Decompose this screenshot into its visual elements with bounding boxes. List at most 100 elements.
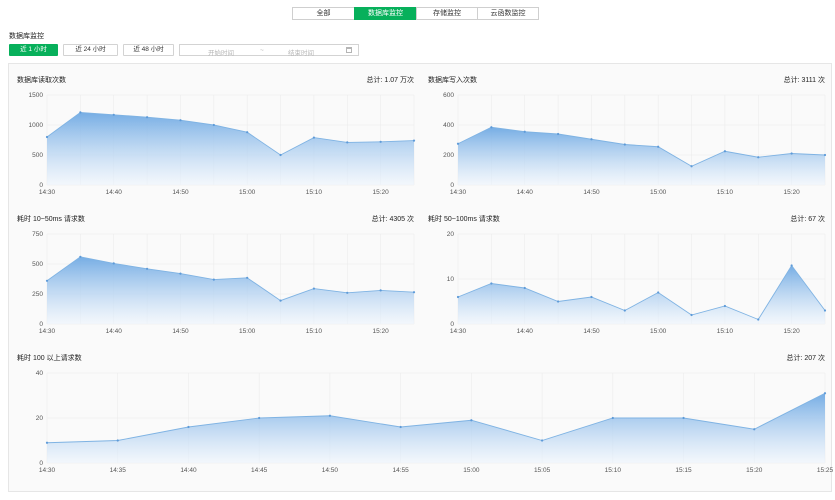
data-point [45,279,49,282]
data-point [823,309,827,312]
data-point [540,439,544,442]
y-tick-label: 1000 [29,122,44,129]
data-point [312,136,316,139]
data-point [757,318,760,321]
start-time-placeholder[interactable]: 开始时间 [208,47,234,57]
data-point [79,111,82,114]
y-tick-label: 20 [447,231,455,238]
range-separator: ~ [260,47,264,54]
x-tick-label: 14:30 [39,189,56,196]
data-point [790,152,793,155]
data-point [346,141,349,144]
data-point [823,392,827,395]
range-24h-button[interactable]: 近 24 小时 [63,44,118,56]
series-area [47,256,414,324]
data-point [412,291,416,294]
data-point [682,416,685,420]
data-point [212,123,215,127]
x-tick-label: 14:50 [172,328,189,335]
y-tick-label: 750 [32,231,43,238]
data-point [623,309,626,312]
tab-storage-monitor[interactable]: 存储监控 [416,7,478,20]
chart-svg: 025050075014:30 14:40 14:50 15:00 15:10 15:20 [32,231,416,335]
data-point [346,291,349,294]
x-tick-label: 15:10 [306,189,323,196]
x-tick-label: 14:35 [110,467,127,474]
y-tick-label: 250 [32,291,43,298]
x-tick-label: 15:00 [650,189,667,196]
x-tick-label: 15:20 [746,467,763,474]
x-tick-label: 14:30 [450,328,467,335]
x-tick-label: 15:10 [717,189,734,196]
data-point [312,287,316,290]
chart-svg: 0204014:30 14:35 14:40 14:45 14:50 14:55 15:00… [36,370,834,474]
calendar-icon[interactable] [346,47,352,53]
data-point [112,113,115,116]
tab-database-monitor[interactable]: 数据库监控 [354,7,417,20]
data-point [611,416,614,420]
y-tick-label: 200 [443,152,454,159]
data-point [490,282,493,285]
chart-svg: 0102014:30 14:40 14:50 15:00 15:10 15:20 [447,231,827,335]
x-tick-label: 15:10 [605,467,622,474]
x-tick-label: 15:05 [534,467,551,474]
data-point [379,140,382,143]
x-tick-label: 15:00 [463,467,480,474]
data-point [753,428,756,431]
data-point [823,153,827,157]
range-1h-button[interactable]: 近 1 小时 [9,44,58,56]
chart-svg: 05001000150014:30 14:40 14:50 15:00 15:10 15:… [29,92,416,196]
data-point [79,255,82,258]
date-range-picker[interactable]: 开始时间 ~ 结束时间 [179,44,359,57]
data-point [723,150,727,153]
x-tick-label: 15:20 [783,189,800,196]
tab-cloud-function-monitor[interactable]: 云函数监控 [477,7,539,20]
x-tick-label: 15:10 [306,328,323,335]
data-point [145,267,149,270]
data-point [590,295,593,299]
y-tick-label: 40 [36,370,44,377]
data-point [279,299,282,302]
y-tick-label: 600 [443,92,454,99]
data-point [212,278,215,281]
x-tick-label: 14:30 [450,189,467,196]
charts-panel: 数据库读取次数 总计: 1.07 万次 0 500 1000 1500 14:30 14:… [8,63,834,492]
x-tick-label: 15:20 [783,328,800,335]
x-tick-label: 14:50 [172,189,189,196]
data-point [523,130,526,133]
data-point [657,291,660,294]
x-tick-label: 15:00 [239,328,256,335]
series-area [47,112,414,185]
data-point [246,131,249,134]
data-point [490,126,493,129]
data-point [790,264,793,267]
data-point [690,165,693,168]
data-point [456,295,460,299]
x-tick-label: 14:50 [583,328,600,335]
y-tick-label: 20 [36,415,44,422]
data-point [690,313,693,317]
x-tick-label: 14:40 [106,189,123,196]
series-area [47,393,825,463]
chart-db-reads: 数据库读取次数 总计: 1.07 万次 0 500 1000 1500 14:30 14:… [17,75,416,198]
x-tick-label: 14:50 [322,467,339,474]
x-tick-label: 14:55 [392,467,409,474]
data-point [623,143,626,146]
range-48h-button[interactable]: 近 48 小时 [123,44,174,56]
x-tick-label: 15:25 [817,467,834,474]
time-range-selector: 近 1 小时 近 24 小时 近 48 小时 开始时间 ~ 结束时间 [9,44,359,57]
end-time-placeholder[interactable]: 结束时间 [288,47,314,57]
data-point [145,116,149,119]
data-point [112,262,115,265]
data-point [258,416,261,420]
y-tick-label: 500 [32,261,43,268]
data-point [328,414,332,417]
data-point [412,139,416,142]
x-tick-label: 14:40 [180,467,197,474]
tab-all[interactable]: 全部 [292,7,355,20]
x-tick-label: 14:40 [106,328,123,335]
data-point [723,304,727,308]
data-point [456,142,460,145]
data-point [279,153,282,157]
x-tick-label: 14:40 [517,189,534,196]
